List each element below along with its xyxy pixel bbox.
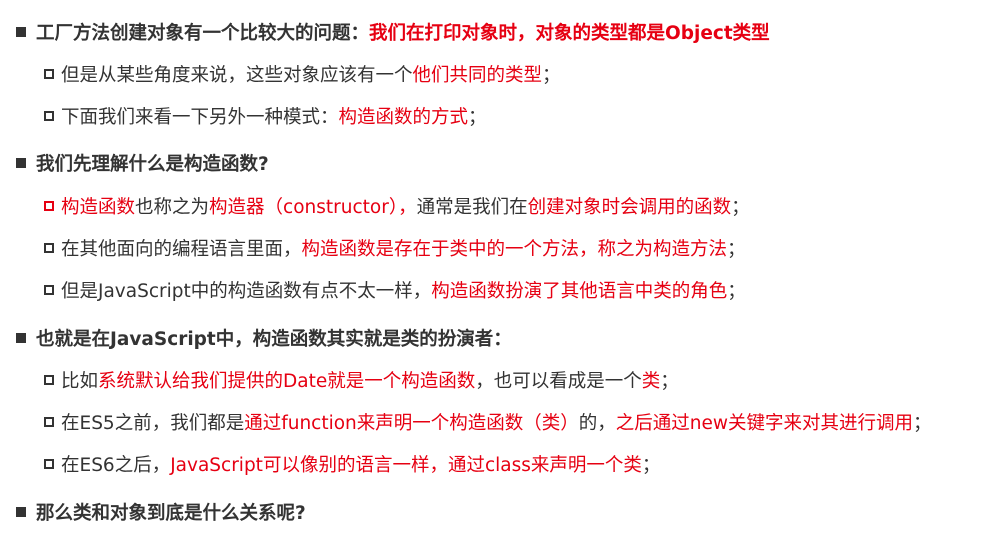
bullet-highlight: 构造函数的方式: [338, 107, 469, 128]
bullet-highlight: 构造函数扮演了其他语言中类的角色: [431, 281, 728, 302]
bullet-text: 也称之为: [135, 197, 210, 218]
hollow-square-bullet-icon: [44, 111, 54, 121]
bullet-highlight: 通过function来声明一个构造函数（类）: [244, 413, 579, 434]
bullet-text: ；: [731, 197, 750, 218]
bullet-text: ；: [641, 455, 661, 476]
bullet-text: 的，: [578, 413, 616, 434]
heading-text: 那么类和对象到底是什么关系呢?: [36, 503, 306, 524]
hollow-square-bullet-icon: [44, 417, 54, 427]
bullet-common-type: 但是从某些角度来说，这些对象应该有一个 他们共同的类型 ；: [44, 60, 561, 88]
bullet-text: 在ES5之前，我们都是: [61, 413, 245, 434]
heading-text: 也就是在JavaScript中，构造函数其实就是类的扮演者：: [36, 329, 512, 350]
bullet-other-languages: 在其他面向的编程语言里面， 构造函数是存在于类中的一个方法，称之为构造方法 ；: [44, 234, 746, 262]
section-heading-class-object-relation: 那么类和对象到底是什么关系呢?: [16, 498, 306, 526]
bullet-text: ；: [727, 281, 746, 302]
bullet-highlight: 他们共同的类型: [412, 65, 543, 86]
hollow-square-bullet-icon: [44, 285, 54, 295]
hollow-square-bullet-icon: [44, 459, 54, 469]
bullet-text: ；: [913, 413, 932, 434]
bullet-text: ；: [468, 107, 487, 128]
square-bullet-icon: [16, 507, 26, 517]
hollow-square-bullet-icon: [44, 243, 54, 253]
bullet-es6: 在ES6之后， JavaScript可以像别的语言一样，通过class来声明一个…: [44, 450, 660, 478]
bullet-es5: 在ES5之前，我们都是 通过function来声明一个构造函数（类） 的， 之后…: [44, 408, 932, 436]
bullet-text: 通常是我们在: [416, 197, 528, 218]
bullet-highlight: 构造器（constructor），: [209, 197, 417, 218]
bullet-text: ，也可以看成是一个: [475, 371, 642, 392]
hollow-square-bullet-icon: [44, 375, 54, 385]
square-bullet-icon: [16, 333, 26, 343]
section-heading-factory: 工厂方法创建对象有一个比较大的问题： 我们在打印对象时，对象的类型都是Objec…: [16, 18, 770, 46]
heading-text: 我们先理解什么是构造函数?: [36, 154, 269, 175]
bullet-text: 但是从某些角度来说，这些对象应该有一个: [61, 65, 413, 86]
bullet-text: 在ES6之后，: [61, 455, 171, 476]
bullet-constructor-definition: 构造函数 也称之为 构造器（constructor）， 通常是我们在 创建对象时…: [44, 192, 750, 220]
bullet-date-example: 比如 系统默认给我们提供的Date就是一个构造函数 ，也可以看成是一个 类 ；: [44, 366, 679, 394]
document-body: 工厂方法创建对象有一个比较大的问题： 我们在打印对象时，对象的类型都是Objec…: [0, 0, 1004, 541]
square-bullet-icon: [16, 27, 26, 37]
bullet-text: 在其他面向的编程语言里面，: [61, 239, 302, 260]
bullet-highlight: 之后通过new关键字来对其进行调用: [615, 413, 914, 434]
bullet-js-constructor: 但是JavaScript中的构造函数有点不太一样， 构造函数扮演了其他语言中类的…: [44, 276, 746, 304]
bullet-constructor-mode: 下面我们来看一下另外一种模式： 构造函数的方式 ；: [44, 102, 487, 130]
bullet-highlight: 构造函数: [61, 197, 136, 218]
square-bullet-icon: [16, 158, 26, 168]
bullet-highlight: 构造函数是存在于类中的一个方法，称之为构造方法: [301, 239, 728, 260]
bullet-highlight: 类: [641, 371, 661, 392]
bullet-text: 比如: [61, 371, 99, 392]
bullet-text: 但是JavaScript中的构造函数有点不太一样，: [61, 281, 432, 302]
section-heading-class-role: 也就是在JavaScript中，构造函数其实就是类的扮演者：: [16, 324, 512, 352]
bullet-text: 下面我们来看一下另外一种模式：: [61, 107, 339, 128]
bullet-text: ；: [727, 239, 746, 260]
bullet-highlight: 创建对象时会调用的函数: [527, 197, 732, 218]
hollow-square-bullet-icon: [44, 69, 54, 79]
bullet-highlight: 系统默认给我们提供的Date就是一个构造函数: [98, 371, 476, 392]
hollow-square-bullet-icon: [44, 201, 54, 211]
section-heading-what-is-constructor: 我们先理解什么是构造函数?: [16, 149, 269, 177]
bullet-highlight: JavaScript可以像别的语言一样，通过class来声明一个类: [170, 455, 642, 476]
heading-text: 工厂方法创建对象有一个比较大的问题：: [36, 23, 370, 44]
heading-highlight: 我们在打印对象时，对象的类型都是Object类型: [369, 23, 770, 44]
bullet-text: ；: [542, 65, 561, 86]
bullet-text: ；: [660, 371, 679, 392]
